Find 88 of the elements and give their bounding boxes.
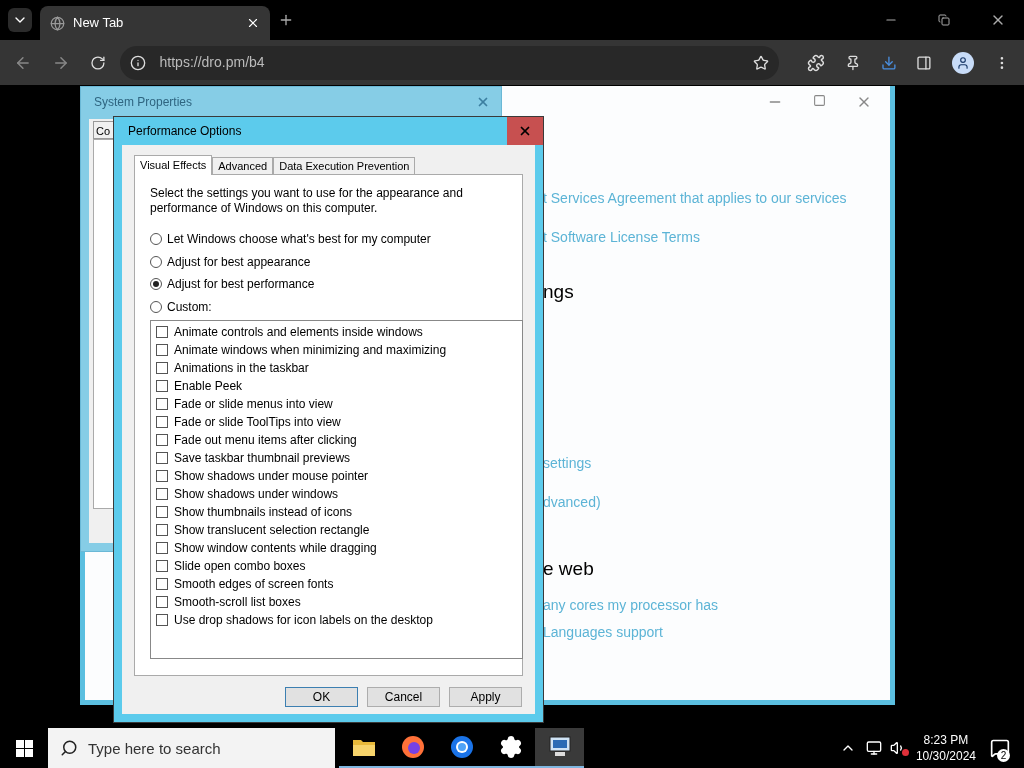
checkbox[interactable] (156, 614, 168, 626)
dialog-tab[interactable]: Data Execution Prevention (273, 157, 416, 174)
site-info-icon (129, 54, 146, 71)
dialog-tab[interactable]: Visual Effects (134, 155, 213, 175)
checkbox-label: Save taskbar thumbnail previews (174, 450, 351, 467)
side-panel-icon[interactable] (916, 54, 933, 71)
section-heading: ngs (543, 280, 574, 304)
checkbox[interactable] (156, 524, 168, 536)
settings-icon (498, 735, 523, 759)
radio-button[interactable] (150, 300, 162, 313)
dialog-button[interactable]: Apply (449, 687, 522, 707)
checkbox[interactable] (156, 326, 168, 338)
clock-date[interactable]: 10/30/2024 (915, 748, 976, 764)
checkbox[interactable] (156, 542, 168, 554)
taskbar-app[interactable] (535, 728, 584, 768)
radio-label: Adjust for best performance (167, 276, 315, 294)
checkbox[interactable] (156, 560, 168, 572)
checkbox-label: Show thumbnails instead of icons (174, 504, 353, 521)
checkbox[interactable] (156, 488, 168, 500)
globe-icon (50, 15, 65, 31)
checkbox[interactable] (156, 506, 168, 518)
radio-label: Adjust for best appearance (167, 253, 311, 271)
checkbox[interactable] (156, 434, 168, 446)
checkbox-label: Animate windows when minimizing and maximizing (174, 342, 447, 359)
radio-button[interactable] (150, 233, 162, 246)
checkbox-label: Show window contents while dragging (174, 540, 377, 557)
checkbox[interactable] (156, 470, 168, 482)
notification-count: 2 (997, 749, 1010, 762)
checkbox-label: Animations in the taskbar (174, 360, 309, 377)
checkbox-label: Smooth-scroll list boxes (174, 594, 301, 611)
taskbar-search-field[interactable]: Type here to search (48, 728, 335, 768)
close-button[interactable] (507, 117, 543, 145)
radio-button[interactable] (150, 278, 162, 291)
checkbox-label: Show translucent selection rectangle (174, 522, 370, 539)
browser-icon (449, 735, 474, 759)
checkbox[interactable] (156, 578, 168, 590)
checkbox-label: Animate controls and elements inside windows (174, 324, 423, 341)
profile-avatar[interactable] (952, 51, 975, 74)
notifications-icon[interactable] (990, 738, 1010, 758)
tab-title: New Tab (73, 14, 125, 33)
window-title: Performance Options (128, 123, 243, 140)
dialog-button[interactable]: Cancel (367, 687, 440, 707)
checkbox[interactable] (156, 344, 168, 356)
checkbox[interactable] (156, 398, 168, 410)
muted-speaker-icon[interactable] (889, 740, 906, 756)
dialog-button[interactable]: OK (285, 687, 358, 707)
network-icon[interactable] (865, 740, 882, 756)
radio-button[interactable] (150, 255, 162, 268)
search-icon (60, 739, 78, 757)
close-icon (518, 124, 532, 138)
checkbox-label: Enable Peek (174, 378, 243, 395)
restore-icon[interactable] (938, 14, 950, 26)
description-text: Select the settings you want to use for the appearance and performance of Windows on this computer. (150, 186, 464, 216)
url-text: https://dro.pm/b4 (159, 53, 266, 72)
checkbox[interactable] (156, 380, 168, 392)
new-tab-icon[interactable] (278, 12, 294, 28)
windows-start-icon[interactable] (15, 739, 33, 757)
section-heading: e web (543, 556, 594, 581)
close-icon[interactable] (246, 16, 260, 30)
bookmark-star-icon[interactable] (752, 54, 769, 71)
properties-tab[interactable]: Co (93, 121, 113, 139)
checkbox-label: Fade or slide menus into view (174, 396, 333, 413)
checkbox[interactable] (156, 362, 168, 374)
reload-icon[interactable] (89, 54, 106, 71)
computer-icon (546, 735, 573, 759)
tab-list-button[interactable] (8, 8, 32, 32)
maximize-icon[interactable] (813, 94, 826, 107)
clock-time[interactable]: 8:23 PM (923, 732, 969, 748)
checkbox[interactable] (156, 596, 168, 608)
checkbox-label: Fade out menu items after clicking (174, 432, 357, 449)
dialog-tab[interactable]: Advanced (212, 157, 274, 174)
checkbox[interactable] (156, 416, 168, 428)
radio-label: Let Windows choose what's best for my computer (167, 231, 431, 249)
checkbox-label: Show shadows under windows (174, 486, 339, 503)
radio-label: Custom: (167, 298, 212, 316)
checkbox-label: Smooth edges of screen fonts (174, 576, 334, 593)
folder-icon (351, 737, 376, 757)
extensions-icon[interactable] (806, 53, 825, 72)
download-icon[interactable] (880, 54, 897, 71)
address-bar[interactable]: https://dro.pm/b4 (119, 45, 779, 80)
browser-tab[interactable]: New Tab (40, 6, 270, 40)
window-title: System Properties (94, 94, 194, 111)
checkbox-label: Show shadows under mouse pointer (174, 468, 369, 485)
checkbox[interactable] (156, 452, 168, 464)
firefox-icon (400, 735, 425, 759)
checkbox-label: Use drop shadows for icon labels on the desktop (174, 612, 433, 629)
checkbox-label: Slide open combo boxes (174, 558, 306, 575)
checkbox-label: Fade or slide ToolTips into view (174, 414, 341, 431)
